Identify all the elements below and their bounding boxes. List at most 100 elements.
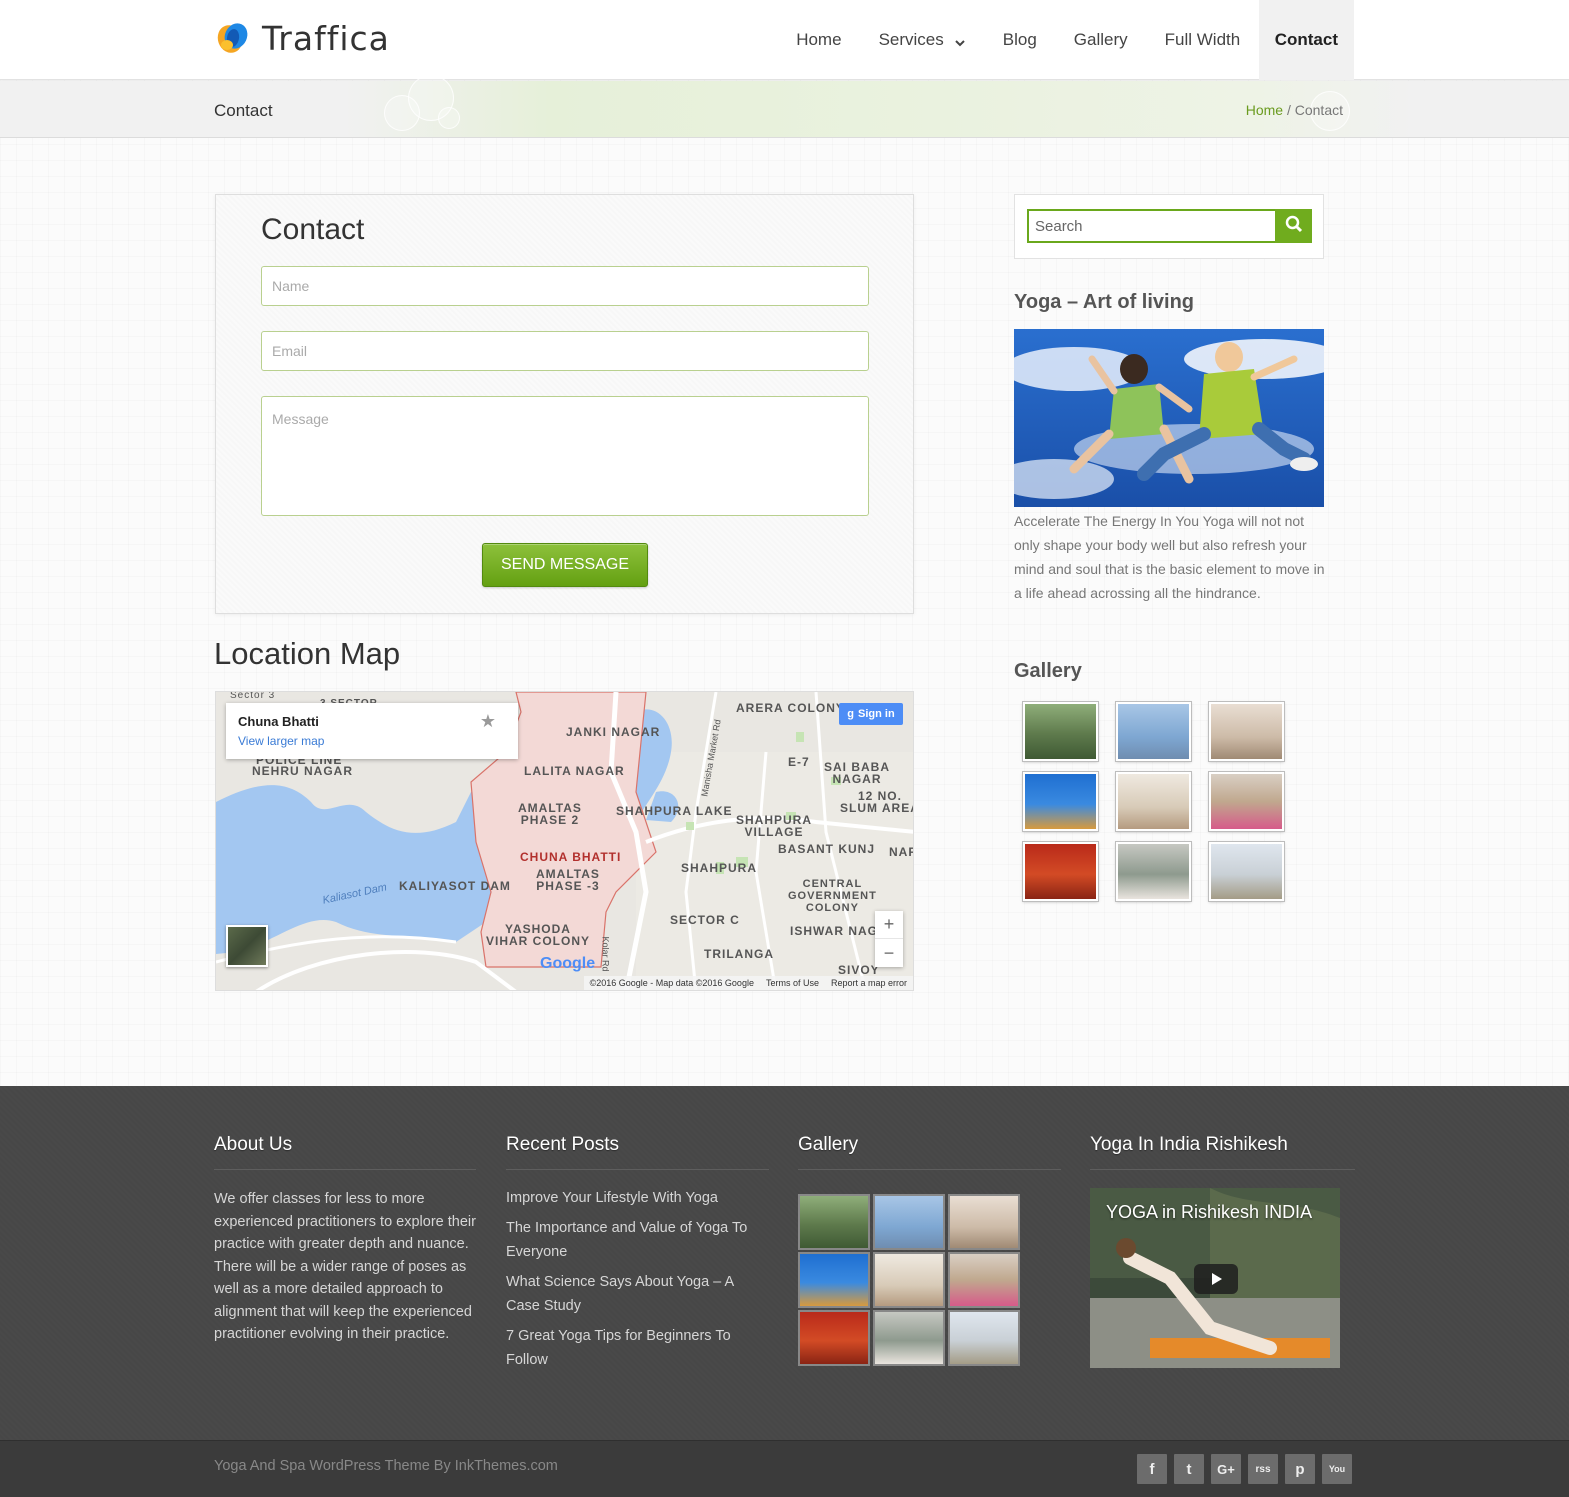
page-title-bar: Contact Home / Contact bbox=[0, 75, 1569, 138]
yoga-jumping-image bbox=[1014, 329, 1324, 507]
map-place-name: Chuna Bhatti bbox=[238, 714, 319, 729]
nav-services[interactable]: Services bbox=[860, 0, 984, 80]
map-label: SHAHPURA bbox=[681, 861, 758, 875]
search-input[interactable] bbox=[1027, 209, 1277, 243]
nav-full-width[interactable]: Full Width bbox=[1146, 0, 1259, 80]
map-label: E-7 bbox=[788, 755, 810, 769]
map-info-card: Chuna Bhatti View larger map ★ bbox=[226, 703, 518, 759]
contact-heading: Contact bbox=[261, 213, 365, 246]
send-message-button[interactable]: SEND MESSAGE bbox=[482, 543, 648, 587]
footer-about-title: About Us bbox=[214, 1134, 476, 1170]
footer-about-text: We offer classes for less to more experi… bbox=[214, 1191, 476, 1342]
youtube-video-embed[interactable]: YOGA in Rishikesh INDIA bbox=[1090, 1188, 1340, 1368]
map-label: BASANT KUNJ bbox=[778, 842, 876, 856]
footer-video: Yoga In India Rishikesh YOGA in Rishikes… bbox=[1090, 1134, 1355, 1368]
recent-post-link[interactable]: 7 Great Yoga Tips for Beginners To Follo… bbox=[506, 1324, 769, 1372]
nav-contact[interactable]: Contact bbox=[1258, 0, 1354, 80]
gallery-thumb[interactable] bbox=[1208, 701, 1285, 762]
breadcrumb-separator: / bbox=[1283, 102, 1295, 118]
google-plus-icon[interactable]: G+ bbox=[1211, 1454, 1241, 1484]
footer-gallery-grid bbox=[798, 1194, 1022, 1368]
footer-gallery-thumb[interactable] bbox=[948, 1252, 1020, 1308]
twitter-icon[interactable]: t bbox=[1174, 1454, 1204, 1484]
site-footer: About Us We offer classes for less to mo… bbox=[0, 1086, 1569, 1440]
view-larger-map-link[interactable]: View larger map bbox=[238, 734, 324, 748]
video-title: YOGA in Rishikesh INDIA bbox=[1106, 1202, 1313, 1222]
map-label: KALIYASOT DAM bbox=[399, 879, 511, 893]
map-report-link[interactable]: Report a map error bbox=[831, 978, 907, 988]
zoom-in-button[interactable]: + bbox=[875, 911, 903, 939]
email-field[interactable] bbox=[261, 331, 869, 371]
map-label: SIVOY bbox=[838, 963, 880, 977]
site-logo[interactable]: Traffica bbox=[214, 18, 390, 58]
map-label: Sector 3 bbox=[230, 691, 276, 701]
footer-gallery-title: Gallery bbox=[798, 1134, 1061, 1170]
google-logo: Google bbox=[540, 955, 596, 972]
name-field[interactable] bbox=[261, 266, 869, 306]
gallery-thumb[interactable] bbox=[1115, 841, 1192, 902]
map-label: YASHODA VIHAR COLONY bbox=[486, 922, 591, 948]
satellite-view-toggle[interactable] bbox=[226, 925, 268, 967]
nav-gallery-label: Gallery bbox=[1073, 30, 1128, 49]
map-label: NAR bbox=[889, 845, 913, 859]
gallery-thumb[interactable] bbox=[1115, 771, 1192, 832]
map-sign-in-button[interactable]: g Sign in bbox=[839, 703, 903, 725]
youtube-icon[interactable]: You bbox=[1322, 1454, 1352, 1484]
star-icon[interactable]: ★ bbox=[480, 711, 496, 732]
facebook-icon[interactable]: f bbox=[1137, 1454, 1167, 1484]
logo-mark-icon bbox=[214, 19, 252, 57]
play-icon[interactable] bbox=[1194, 1264, 1238, 1294]
footer-gallery-thumb[interactable] bbox=[798, 1310, 870, 1366]
search-button[interactable] bbox=[1275, 209, 1312, 243]
contact-form-card: Contact SEND MESSAGE bbox=[215, 194, 914, 614]
footer-gallery-thumb[interactable] bbox=[873, 1194, 945, 1250]
footer-recent-title: Recent Posts bbox=[506, 1134, 769, 1170]
yoga-widget-title: Yoga – Art of living bbox=[1014, 291, 1195, 313]
nav-blog-label: Blog bbox=[1002, 30, 1037, 49]
gallery-thumb[interactable] bbox=[1022, 771, 1099, 832]
nav-full-width-label: Full Width bbox=[1164, 30, 1241, 49]
nav-services-label: Services bbox=[878, 30, 944, 49]
nav-gallery[interactable]: Gallery bbox=[1055, 0, 1146, 80]
location-map[interactable]: JANKI NAGAR ARERA COLONY POLICE LINE NEH… bbox=[215, 691, 914, 991]
map-label: SECTOR C bbox=[670, 913, 740, 927]
map-label: TRILANGA bbox=[704, 947, 774, 961]
gallery-thumb[interactable] bbox=[1208, 841, 1285, 902]
map-label: AMALTAS PHASE 2 bbox=[518, 801, 582, 827]
social-links: f t G+ rss p You bbox=[1137, 1454, 1352, 1484]
recent-post-link[interactable]: What Science Says About Yoga – A Case St… bbox=[506, 1270, 769, 1318]
map-terms-link[interactable]: Terms of Use bbox=[766, 978, 819, 988]
gallery-thumb[interactable] bbox=[1208, 771, 1285, 832]
footer-gallery-thumb[interactable] bbox=[798, 1252, 870, 1308]
breadcrumb-home-link[interactable]: Home bbox=[1246, 102, 1283, 118]
zoom-out-button[interactable]: − bbox=[875, 939, 903, 967]
breadcrumb-current: Contact bbox=[1294, 102, 1343, 118]
search-widget bbox=[1014, 194, 1324, 259]
footer-copyright[interactable]: Yoga And Spa WordPress Theme By InkTheme… bbox=[214, 1458, 558, 1474]
map-label: SHAHPURA LAKE bbox=[616, 804, 733, 818]
footer-gallery-thumb[interactable] bbox=[948, 1310, 1020, 1366]
map-label: SAI BABA NAGAR bbox=[824, 760, 891, 786]
main-nav: Home Services Blog Gallery Full Width Co… bbox=[778, 0, 1354, 80]
map-label: ARERA COLONY bbox=[736, 701, 845, 715]
footer-gallery-thumb[interactable] bbox=[948, 1194, 1020, 1250]
rss-icon[interactable]: rss bbox=[1248, 1454, 1278, 1484]
pinterest-icon[interactable]: p bbox=[1285, 1454, 1315, 1484]
footer-gallery-thumb[interactable] bbox=[798, 1194, 870, 1250]
map-copyright: ©2016 Google - Map data ©2016 Google bbox=[589, 978, 754, 988]
gallery-thumb[interactable] bbox=[1115, 701, 1192, 762]
map-label: NEHRU NAGAR bbox=[252, 764, 353, 778]
footer-gallery-thumb[interactable] bbox=[873, 1252, 945, 1308]
nav-home[interactable]: Home bbox=[778, 0, 860, 80]
recent-post-link[interactable]: The Importance and Value of Yoga To Ever… bbox=[506, 1216, 769, 1264]
recent-post-link[interactable]: Improve Your Lifestyle With Yoga bbox=[506, 1186, 769, 1210]
gallery-thumb[interactable] bbox=[1022, 701, 1099, 762]
footer-gallery-thumb[interactable] bbox=[873, 1310, 945, 1366]
message-field[interactable] bbox=[261, 396, 869, 516]
nav-blog[interactable]: Blog bbox=[984, 0, 1055, 80]
map-label: AMALTAS PHASE -3 bbox=[536, 867, 600, 893]
footer-gallery: Gallery bbox=[798, 1134, 1061, 1368]
gallery-thumb[interactable] bbox=[1022, 841, 1099, 902]
map-label: JANKI NAGAR bbox=[566, 725, 661, 739]
bokeh-decoration bbox=[438, 107, 460, 129]
